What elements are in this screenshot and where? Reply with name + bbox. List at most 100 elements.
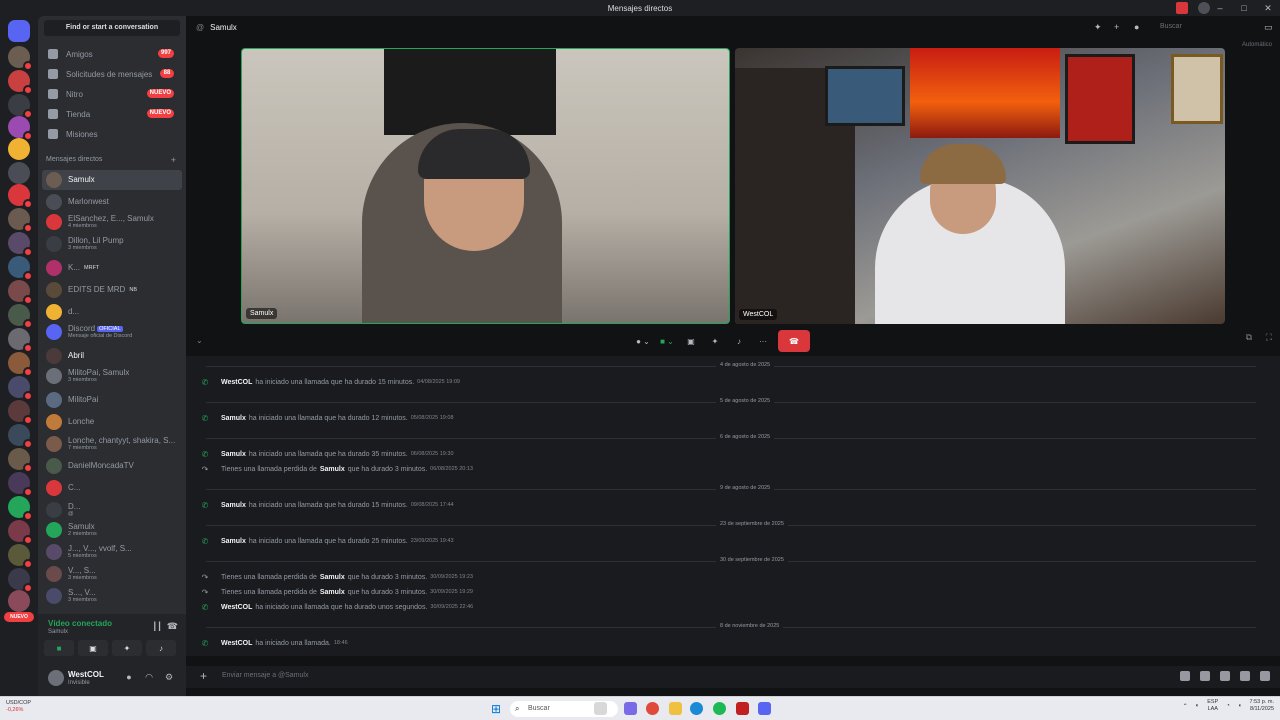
dm-item[interactable]: S..., V... 3 miembros [42,586,182,606]
server-icon[interactable] [8,376,33,401]
dm-item[interactable]: Samulx 2 miembros [42,520,182,540]
server-icon[interactable] [8,162,30,184]
caller[interactable]: Samulx [221,502,246,509]
camera-button[interactable]: ■ [44,640,74,656]
screen-share-icon[interactable] [1176,2,1188,14]
dm-item[interactable]: C... [42,478,182,498]
search-highlight-icon[interactable] [594,702,607,715]
caller[interactable]: Samulx [221,451,246,458]
wifi-icon[interactable]: ◔ [1226,703,1230,709]
dm-item[interactable]: EDITS DE MRD NB [42,280,182,300]
server-icon[interactable] [8,256,33,281]
server-icon[interactable] [8,46,33,71]
activities-button[interactable]: ✦ [112,640,142,656]
server-icon[interactable] [8,208,33,233]
caller[interactable]: Samulx [320,589,345,596]
caller[interactable]: WestCOL [221,604,252,611]
server-icon[interactable] [8,94,33,119]
fullscreen-icon[interactable]: ⛶ [1266,332,1272,343]
nav-item-quests[interactable]: Misiones [44,125,180,143]
stock-widget[interactable]: USD/COP -0,26% [6,700,31,713]
caller[interactable]: Samulx [221,538,246,545]
profile-icon[interactable]: ● [1134,22,1144,32]
server-icon[interactable] [8,280,33,305]
edge-icon[interactable] [690,702,703,715]
emoji-icon[interactable] [1240,671,1250,681]
share-screen-icon[interactable]: ▣ [682,333,700,349]
server-icon[interactable] [8,472,33,497]
language-indicator[interactable]: ESP LAA [1207,699,1218,713]
server-icon[interactable] [8,328,33,353]
sticker-icon[interactable] [1220,671,1230,681]
server-icon[interactable] [8,590,30,612]
message-input[interactable]: Enviar mensaje a @Samulx [222,672,308,679]
server-icon[interactable] [8,424,33,449]
clock[interactable]: 7:53 p. m. 8/11/2025 [1250,699,1274,713]
more-options-icon[interactable]: ··· [754,333,772,349]
chevron-up-icon[interactable]: ⌃ [1183,703,1188,710]
server-icon[interactable] [8,70,33,95]
dm-item[interactable]: ElSanchez, E..., Samulx 4 miembros [42,212,182,232]
camera-toggle-button[interactable]: ■ ⌄ [658,333,676,349]
soundboard-button[interactable]: ♪ [146,640,176,656]
nav-item-friends[interactable]: Amigos 997 [44,45,180,63]
network-icon[interactable]: ◐ [1196,703,1200,709]
dm-item[interactable]: Marlonwest [42,192,182,212]
caller[interactable]: Samulx [221,415,246,422]
server-icon[interactable] [8,138,30,160]
search-input[interactable]: Buscar [1154,20,1254,34]
activities-icon[interactable]: ✦ [706,333,724,349]
server-icon[interactable] [8,400,33,425]
maximize-button[interactable]: □ [1232,0,1256,16]
mute-microphone-button[interactable]: ● ⌄ [634,333,652,349]
avatar[interactable] [48,670,64,686]
server-icon[interactable] [8,116,33,141]
dm-item[interactable]: Lonche, chantyyt, shakira, S... 7 miembro… [42,434,182,454]
nav-item-nitro[interactable]: Nitro NUEVO [44,85,180,103]
gift-icon[interactable] [1180,671,1190,681]
copilot-icon[interactable] [624,702,637,715]
video-tile-samulx[interactable]: Samulx [241,48,730,324]
dm-item[interactable]: Samulx [42,170,182,190]
nav-item-shop[interactable]: Tienda NUEVO [44,105,180,123]
nav-item-message-requests[interactable]: Solicitudes de mensajes 88 [44,65,180,83]
hang-up-button[interactable]: ☎ [778,330,810,352]
apps-icon[interactable] [1260,671,1270,681]
share-screen-button[interactable]: ▣ [78,640,108,656]
dm-item[interactable]: Dillon, Lil Pump 3 miembros [42,234,182,254]
dm-item[interactable]: Abril [42,346,182,366]
app-icon[interactable] [736,702,749,715]
home-button[interactable] [8,20,30,42]
server-icon[interactable] [8,496,33,521]
dm-item[interactable]: J..., V..., vvolf, S... 5 miembros [42,542,182,562]
settings-gear-icon[interactable]: ⚙ [164,672,174,682]
dm-item[interactable]: Discord OFICIAL Mensaje oficial de Discord [42,322,182,342]
caller[interactable]: Samulx [320,574,345,581]
windows-start-icon[interactable]: ⊞ [491,702,501,716]
gif-icon[interactable] [1200,671,1210,681]
file-explorer-icon[interactable] [669,702,682,715]
dm-item[interactable]: MilitoPai [42,390,182,410]
server-icon[interactable] [8,232,33,257]
server-icon[interactable] [8,448,33,473]
voice-activity-icon[interactable]: ┃┃ [152,622,162,631]
popout-icon[interactable]: ⧉ [1246,332,1252,343]
soundboard-icon[interactable]: ♪ [730,333,748,349]
server-icon[interactable] [8,184,33,209]
headphones-icon[interactable]: ◠ [144,672,154,682]
create-dm-icon[interactable]: + [171,155,176,165]
server-icon[interactable] [8,568,33,593]
server-icon[interactable] [8,352,33,377]
dm-item[interactable]: D... @ [42,500,182,520]
chevron-down-icon[interactable]: ⌄ [196,336,203,345]
discord-icon[interactable] [758,702,771,715]
spotify-icon[interactable] [713,702,726,715]
inbox-icon[interactable]: ▭ [1264,22,1274,32]
disconnect-icon[interactable]: ☎ [167,621,178,632]
server-icon[interactable] [8,520,33,545]
find-conversation-button[interactable]: Find or start a conversation [44,20,180,36]
dm-item[interactable]: K... MRFT [42,258,182,278]
volume-icon[interactable]: ◖ [1238,703,1242,709]
microphone-icon[interactable]: ● [124,672,134,682]
minimize-button[interactable]: – [1208,0,1232,16]
